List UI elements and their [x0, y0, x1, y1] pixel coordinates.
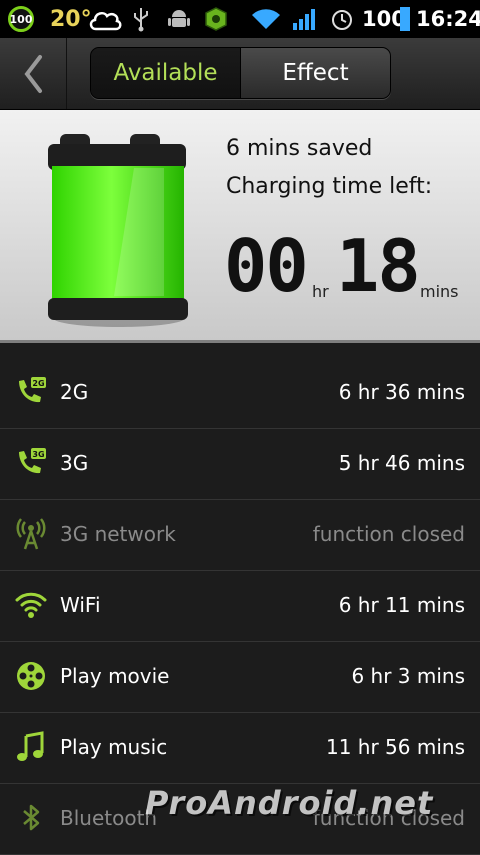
tab-available[interactable]: Available: [91, 48, 240, 98]
list-item-play-movie[interactable]: Play movie 6 hr 3 mins: [0, 642, 480, 713]
alarm-icon: [330, 3, 354, 35]
list-item-3g[interactable]: 3G 3G 5 hr 46 mins: [0, 429, 480, 500]
minutes-unit: mins: [420, 282, 459, 301]
list-item-2g[interactable]: 2G 2G 6 hr 36 mins: [0, 358, 480, 429]
svg-text:3G: 3G: [32, 450, 44, 459]
row-value: 6 hr 36 mins: [338, 380, 465, 404]
phone-2g-icon: 2G: [14, 375, 48, 409]
phone-3g-icon: 3G: [14, 446, 48, 480]
battery-panel: 6 mins saved Charging time left: 00 hr 1…: [0, 110, 480, 343]
hours-digits: 00: [224, 224, 309, 308]
battery-badge-icon: 100: [8, 3, 34, 35]
row-label: 3G: [60, 451, 89, 475]
row-value: 6 hr 11 mins: [338, 593, 465, 617]
battery-badge: 100: [8, 6, 34, 32]
wifi-icon: [250, 3, 282, 35]
minutes-digits: 18: [336, 224, 421, 308]
tab-effect[interactable]: Effect: [240, 48, 390, 98]
status-bar: 100 20° 100 16:24: [0, 0, 480, 38]
film-reel-icon: [14, 659, 48, 693]
charging-time-label: Charging time left:: [226, 174, 433, 199]
row-value: function closed: [312, 522, 465, 546]
watermark: ProAndroid.net: [145, 784, 434, 822]
row-label: WiFi: [60, 593, 101, 617]
chevron-left-icon: [24, 54, 42, 93]
cloud-icon: [87, 3, 123, 35]
row-label: Play music: [60, 735, 168, 759]
list-item-3g-network[interactable]: 3G network function closed: [0, 500, 480, 571]
android-icon: [168, 3, 190, 35]
top-nav: Available Effect: [0, 38, 480, 110]
temperature-text: 20°: [50, 6, 92, 32]
back-button[interactable]: [0, 38, 67, 109]
usb-icon: [132, 3, 150, 35]
battery-icon: [400, 3, 410, 35]
music-note-icon: [14, 730, 48, 764]
signal-icon: [292, 3, 318, 35]
row-label: Play movie: [60, 664, 170, 688]
tab-switcher: Available Effect: [90, 47, 391, 99]
status-time: 16:24: [416, 7, 480, 31]
row-label: 2G: [60, 380, 89, 404]
list-item-wifi[interactable]: WiFi 6 hr 11 mins: [0, 571, 480, 642]
bluetooth-icon: [14, 801, 48, 835]
row-label: 3G network: [60, 522, 176, 546]
battery-graphic-icon: [48, 134, 188, 327]
row-label: Bluetooth: [60, 806, 158, 830]
wifi-icon: [14, 588, 48, 622]
hours-unit: hr: [312, 282, 329, 301]
row-value: 5 hr 46 mins: [338, 451, 465, 475]
app-icon: [204, 3, 228, 35]
network-antenna-icon: [14, 517, 48, 551]
saved-time-text: 6 mins saved: [226, 136, 373, 161]
svg-text:2G: 2G: [32, 379, 44, 388]
list-item-play-music[interactable]: Play music 11 hr 56 mins: [0, 713, 480, 784]
row-value: 11 hr 56 mins: [325, 735, 465, 759]
row-value: 6 hr 3 mins: [351, 664, 465, 688]
